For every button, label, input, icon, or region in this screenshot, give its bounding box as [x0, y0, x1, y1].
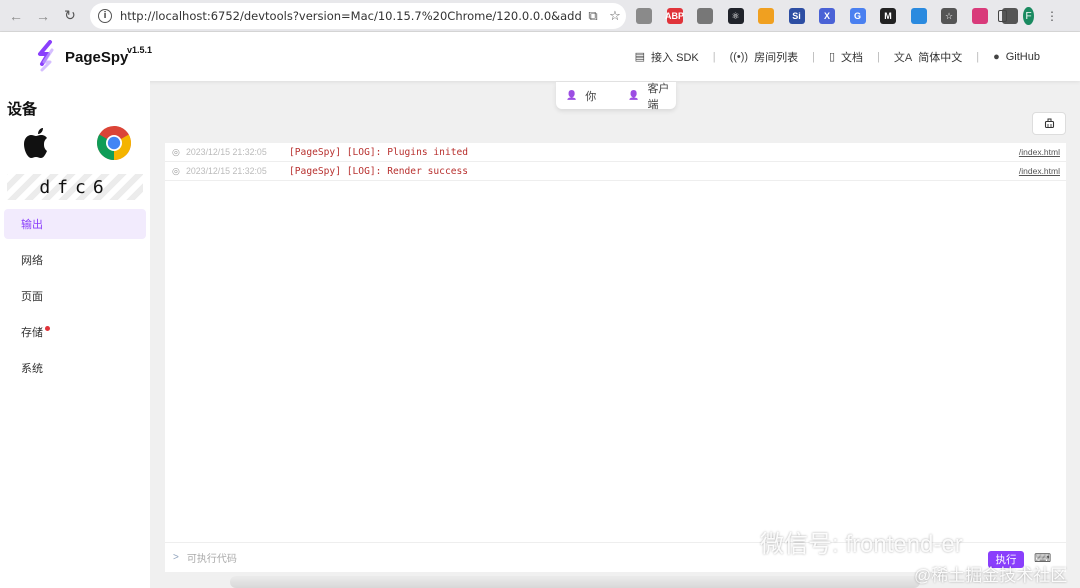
log-message: [PageSpy] [LOG]: Plugins inited: [289, 146, 469, 158]
extension-star-icon[interactable]: ☆: [941, 8, 957, 24]
menu-storage-label: 存储: [21, 327, 43, 339]
profile-area: F ⋮: [998, 7, 1058, 25]
log-timestamp: 2023/12/15 21:32:05: [186, 166, 267, 176]
app-header: PageSpy v1.5.1 ▤ 接入 SDK | ((•)) 房间列表 | ▯ 文档 | 文A 简…: [0, 32, 1080, 81]
extension-si-icon[interactable]: Si: [788, 8, 805, 24]
extension-m-icon[interactable]: M: [880, 8, 896, 24]
watermark-juejin: @稀土掘金技术社区: [914, 566, 1068, 585]
menu-console[interactable]: 输出: [4, 209, 146, 239]
log-row: ◎ 2023/12/15 21:32:05 [PageSpy] [LOG]: Plu…: [165, 143, 1066, 162]
nav-github[interactable]: ● GitHub: [993, 51, 1040, 63]
option-client[interactable]: 👤 客户端: [628, 80, 676, 112]
extension-1-icon[interactable]: [636, 8, 652, 24]
source-switch: 👤 你 👤 客户端: [556, 80, 676, 112]
forward-icon[interactable]: →: [32, 5, 54, 27]
user-circle-icon: ◎: [172, 146, 180, 157]
profile-avatar[interactable]: F: [1023, 7, 1034, 25]
nav-docs[interactable]: ▯ 文档: [829, 49, 863, 65]
sidebar: 设备 dfc6 输出网络页面存储系统: [0, 81, 150, 588]
log-source-link[interactable]: /index.html: [1019, 147, 1060, 157]
extension-10-icon[interactable]: [910, 8, 927, 24]
nav-divider: |: [976, 50, 980, 63]
pagespy-logo-icon[interactable]: [36, 40, 56, 72]
nav-rooms-icon: ((•)): [729, 50, 749, 63]
react-devtools-icon[interactable]: ⚛: [727, 8, 744, 24]
side-menu: 输出网络页面存储系统: [4, 209, 146, 389]
extensions-bar: ABP ⚛ Si X G M ☆: [636, 6, 1033, 26]
back-icon[interactable]: ←: [5, 5, 27, 27]
site-info-icon[interactable]: i: [98, 9, 112, 23]
user-icon: 👤: [566, 90, 578, 100]
log-message: [PageSpy] [LOG]: Render success: [289, 165, 469, 177]
extension-3-icon[interactable]: [697, 8, 713, 24]
reload-icon[interactable]: ↻: [59, 5, 81, 27]
extension-12-icon[interactable]: [971, 8, 988, 24]
console-panel: ◎ 2023/12/15 21:32:05 [PageSpy] [LOG]: Plu…: [165, 143, 1066, 572]
watermark-wechat: 微信号: frontend-er: [760, 531, 963, 558]
option-self-label: 你: [585, 90, 597, 103]
nav-language[interactable]: 文A 简体中文: [894, 49, 962, 65]
user-icon: 👤: [628, 90, 640, 100]
prompt-chevron-icon: >: [173, 552, 179, 563]
menu-storage[interactable]: 存储: [4, 317, 146, 347]
menu-system[interactable]: 系统: [4, 353, 146, 383]
nav-docs-label: 文档: [841, 51, 864, 64]
unread-dot: [45, 326, 50, 331]
url-text[interactable]: http://localhost:6752/devtools?version=M…: [120, 9, 582, 23]
translate-icon[interactable]: G: [849, 8, 866, 24]
version-label: v1.5.1: [127, 45, 153, 55]
translate-icon[interactable]: ⧉: [582, 9, 604, 24]
extension-5-icon[interactable]: [758, 8, 774, 24]
address-bar[interactable]: i http://localhost:6752/devtools?version…: [90, 3, 626, 29]
log-row: ◎ 2023/12/15 21:32:05 [PageSpy] [LOG]: Ren…: [165, 162, 1066, 181]
menu-system-label: 系统: [21, 363, 43, 375]
device-title: 设备: [7, 101, 38, 118]
nav-divider: |: [877, 50, 880, 63]
option-client-label: 客户端: [647, 82, 670, 111]
nav-language-icon: 文A: [893, 51, 913, 64]
extension-x-icon[interactable]: X: [819, 8, 835, 24]
log-timestamp: 2023/12/15 21:32:05: [186, 147, 267, 157]
nav-docs-icon: ▯: [828, 51, 836, 63]
broom-icon: [1044, 118, 1054, 129]
nav-sdk-label: 接入 SDK: [651, 51, 699, 64]
nav-divider: |: [812, 50, 815, 63]
menu-console-label: 输出: [21, 219, 43, 231]
nav-github-label: GitHub: [1005, 50, 1040, 63]
nav-sdk-icon: ▤: [634, 51, 646, 63]
nav-divider: |: [712, 50, 716, 63]
horizontal-scrollbar[interactable]: [230, 576, 920, 588]
device-id: dfc6: [7, 174, 143, 200]
clear-console-button[interactable]: [1032, 112, 1066, 135]
nav-github-icon: ●: [993, 50, 1000, 63]
code-input-placeholder: 可执行代码: [186, 554, 237, 565]
logo-text[interactable]: PageSpy: [65, 49, 128, 66]
log-source-link[interactable]: /index.html: [1019, 166, 1060, 176]
adblock-icon[interactable]: ABP: [665, 8, 684, 24]
chrome-browser-icon: [97, 126, 131, 160]
option-self[interactable]: 👤 你: [566, 88, 596, 104]
menu-page-label: 页面: [21, 291, 43, 303]
menu-network[interactable]: 网络: [4, 245, 146, 275]
side-panel-icon[interactable]: [998, 10, 1008, 22]
nav-rooms-label: 房间列表: [754, 51, 799, 64]
apple-icon: [24, 128, 47, 158]
menu-page[interactable]: 页面: [4, 281, 146, 311]
menu-kebab-icon[interactable]: ⋮: [1046, 9, 1058, 23]
nav-sdk[interactable]: ▤ 接入 SDK: [635, 49, 699, 65]
user-circle-icon: ◎: [172, 165, 180, 176]
top-nav: ▤ 接入 SDK | ((•)) 房间列表 | ▯ 文档 | 文A 简体中文 | ● GitHub: [635, 32, 1040, 81]
nav-rooms[interactable]: ((•)) 房间列表: [730, 49, 799, 65]
nav-language-label: 简体中文: [918, 51, 963, 64]
bookmark-star-icon[interactable]: ☆: [604, 9, 626, 24]
menu-network-label: 网络: [21, 255, 43, 267]
